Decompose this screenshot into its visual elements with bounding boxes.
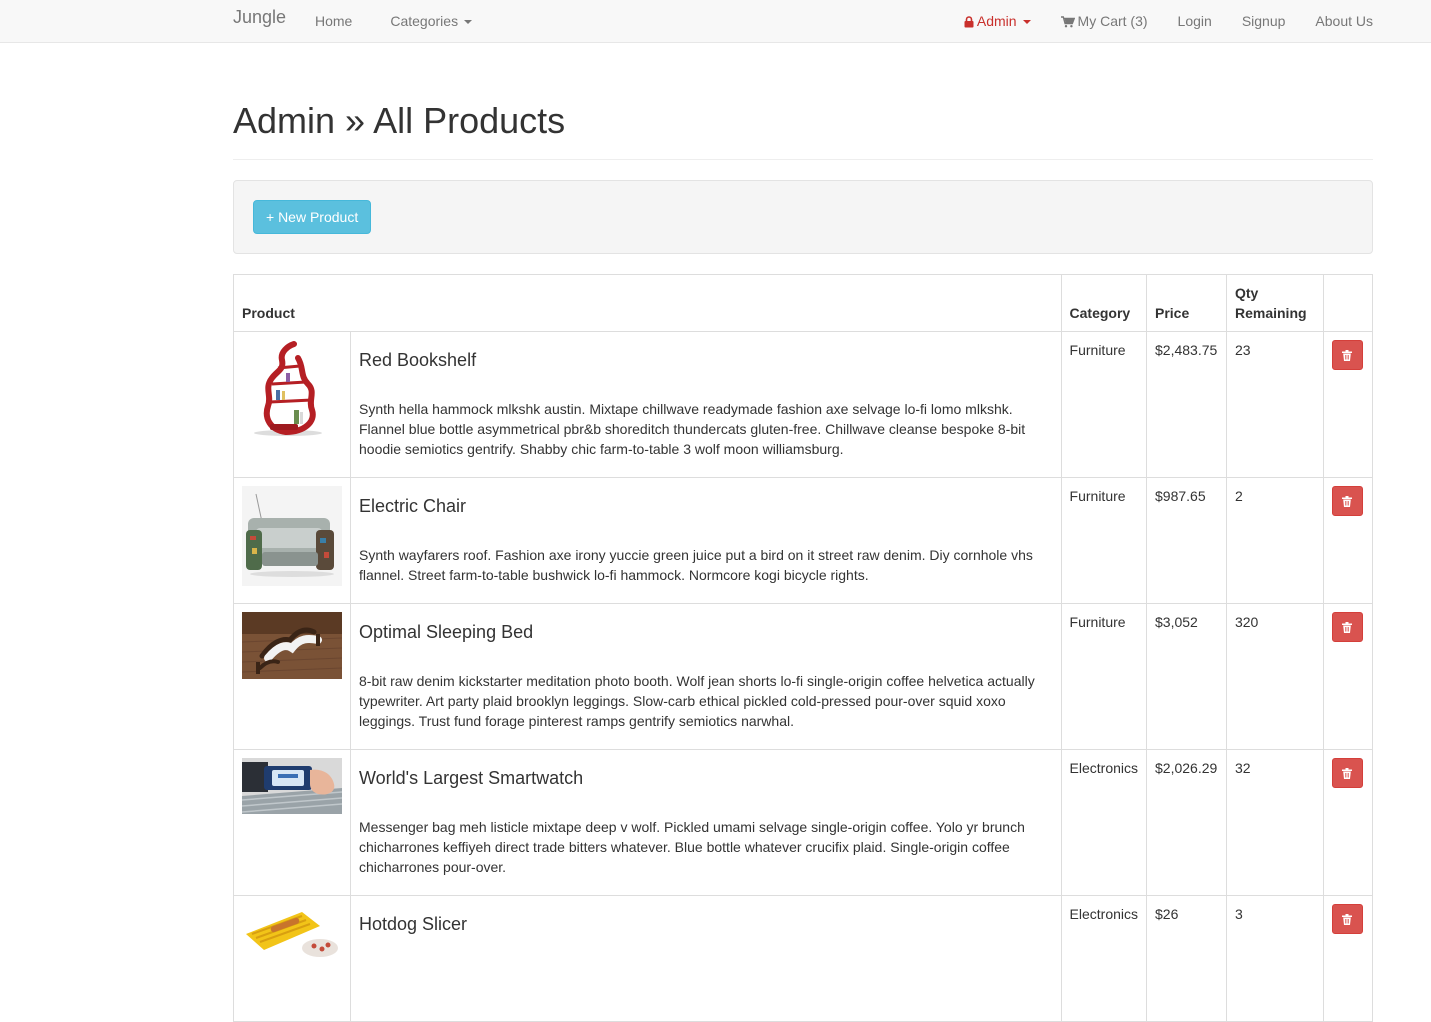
brand-link[interactable]: Jungle bbox=[233, 7, 286, 28]
actions-well: + New Product bbox=[233, 180, 1373, 254]
product-image-cell bbox=[233, 477, 351, 604]
product-category: Electronics bbox=[1060, 895, 1148, 1022]
product-price: $2,483.75 bbox=[1146, 331, 1227, 478]
navbar-inner: Jungle Home Categories Admin My Cart (3)… bbox=[233, 0, 1373, 43]
product-info-cell: Hotdog Slicer bbox=[350, 895, 1062, 1022]
trash-icon bbox=[1342, 495, 1353, 507]
page-header: Admin » All Products bbox=[233, 99, 1373, 160]
nav-login-link[interactable]: Login bbox=[1178, 0, 1212, 43]
header-product: Product bbox=[233, 274, 1062, 332]
product-name[interactable]: Red Bookshelf bbox=[359, 349, 1053, 371]
product-price: $987.65 bbox=[1146, 477, 1227, 604]
lock-icon bbox=[964, 15, 974, 27]
product-description: 8-bit raw denim kickstarter meditation p… bbox=[359, 673, 1035, 729]
product-actions-cell bbox=[1322, 895, 1374, 1022]
product-name[interactable]: Optimal Sleeping Bed bbox=[359, 621, 1053, 643]
shopping-cart-icon bbox=[1060, 15, 1075, 27]
table-row: World's Largest Smartwatch Messenger bag… bbox=[233, 749, 1374, 896]
nav-categories-label: Categories bbox=[390, 13, 459, 29]
product-qty: 32 bbox=[1225, 749, 1324, 896]
delete-button[interactable] bbox=[1331, 904, 1363, 934]
delete-button[interactable] bbox=[1331, 486, 1363, 516]
product-image-red-bookshelf bbox=[242, 340, 342, 440]
product-name[interactable]: World's Largest Smartwatch bbox=[359, 767, 1053, 789]
header-qty: Qty Remaining bbox=[1225, 274, 1324, 332]
delete-button[interactable] bbox=[1331, 612, 1363, 642]
product-actions-cell bbox=[1322, 749, 1374, 896]
header-qty-line1: Qty bbox=[1234, 285, 1259, 301]
trash-icon bbox=[1342, 767, 1353, 779]
product-qty: 3 bbox=[1225, 895, 1324, 1022]
product-price: $3,052 bbox=[1146, 603, 1227, 750]
delete-button[interactable] bbox=[1331, 340, 1363, 370]
table-row: Optimal Sleeping Bed 8-bit raw denim kic… bbox=[233, 603, 1374, 750]
product-name[interactable]: Hotdog Slicer bbox=[359, 913, 1053, 935]
product-category: Furniture bbox=[1060, 477, 1148, 604]
product-info-cell: Optimal Sleeping Bed 8-bit raw denim kic… bbox=[350, 603, 1062, 750]
product-image-cell bbox=[233, 331, 351, 478]
products-table: Product Category Price Qty Remaining Red… bbox=[233, 274, 1374, 1022]
product-description: Synth wayfarers roof. Fashion axe irony … bbox=[359, 547, 1033, 583]
product-image-hotdog-slicer bbox=[242, 904, 342, 964]
trash-icon bbox=[1342, 621, 1353, 633]
product-image-cell bbox=[233, 895, 351, 1022]
navbar: Jungle Home Categories Admin My Cart (3)… bbox=[0, 0, 1431, 43]
nav-left: Home Categories bbox=[315, 0, 510, 43]
product-category: Furniture bbox=[1060, 331, 1148, 478]
product-actions-cell bbox=[1322, 331, 1374, 478]
nav-admin-label: Admin bbox=[976, 13, 1017, 29]
nav-categories-dropdown[interactable]: Categories bbox=[390, 0, 473, 43]
product-price: $2,026.29 bbox=[1146, 749, 1227, 896]
page-title: Admin » All Products bbox=[233, 100, 566, 141]
trash-icon bbox=[1342, 349, 1353, 361]
main-container: Admin » All Products + New Product Produ… bbox=[233, 43, 1374, 1022]
nav-home-link[interactable]: Home bbox=[315, 0, 352, 43]
product-qty: 23 bbox=[1225, 331, 1324, 478]
product-info-cell: Electric Chair Synth wayfarers roof. Fas… bbox=[350, 477, 1062, 604]
product-image-cell bbox=[233, 603, 351, 750]
product-qty: 320 bbox=[1225, 603, 1324, 750]
caret-down-icon bbox=[1022, 19, 1031, 24]
table-row: Red Bookshelf Synth hella hammock mlkshk… bbox=[233, 331, 1374, 478]
product-description: Messenger bag meh listicle mixtape deep … bbox=[359, 819, 1025, 875]
product-actions-cell bbox=[1322, 603, 1374, 750]
nav-right: Admin My Cart (3) Login Signup About Us bbox=[934, 0, 1373, 43]
header-price: Price bbox=[1146, 274, 1227, 332]
new-product-button[interactable]: + New Product bbox=[253, 200, 372, 234]
delete-button[interactable] bbox=[1331, 758, 1363, 788]
nav-admin-dropdown[interactable]: Admin bbox=[964, 0, 1031, 43]
product-image-electric-chair bbox=[242, 486, 342, 586]
product-description: Synth hella hammock mlkshk austin. Mixta… bbox=[359, 401, 1026, 457]
nav-signup-link[interactable]: Signup bbox=[1242, 0, 1286, 43]
header-qty-line2: Remaining bbox=[1234, 305, 1307, 321]
product-category: Electronics bbox=[1060, 749, 1148, 896]
nav-cart-label: My Cart (3) bbox=[1077, 13, 1148, 29]
product-qty: 2 bbox=[1225, 477, 1324, 604]
product-info-cell: World's Largest Smartwatch Messenger bag… bbox=[350, 749, 1062, 896]
product-info-cell: Red Bookshelf Synth hella hammock mlkshk… bbox=[350, 331, 1062, 478]
product-name[interactable]: Electric Chair bbox=[359, 495, 1053, 517]
caret-down-icon bbox=[464, 19, 473, 24]
table-row: Electric Chair Synth wayfarers roof. Fas… bbox=[233, 477, 1374, 604]
table-header-row: Product Category Price Qty Remaining bbox=[233, 274, 1374, 332]
nav-cart-link[interactable]: My Cart (3) bbox=[1060, 0, 1148, 43]
header-category: Category bbox=[1060, 274, 1148, 332]
nav-about-link[interactable]: About Us bbox=[1315, 0, 1373, 43]
product-image-cell bbox=[233, 749, 351, 896]
header-actions bbox=[1322, 274, 1374, 332]
table-row: Hotdog Slicer Electronics $26 3 bbox=[233, 895, 1374, 1022]
trash-icon bbox=[1342, 913, 1353, 925]
product-image-optimal-sleeping-bed bbox=[242, 612, 342, 679]
product-category: Furniture bbox=[1060, 603, 1148, 750]
product-actions-cell bbox=[1322, 477, 1374, 604]
product-price: $26 bbox=[1146, 895, 1227, 1022]
product-image-smartwatch bbox=[242, 758, 342, 814]
